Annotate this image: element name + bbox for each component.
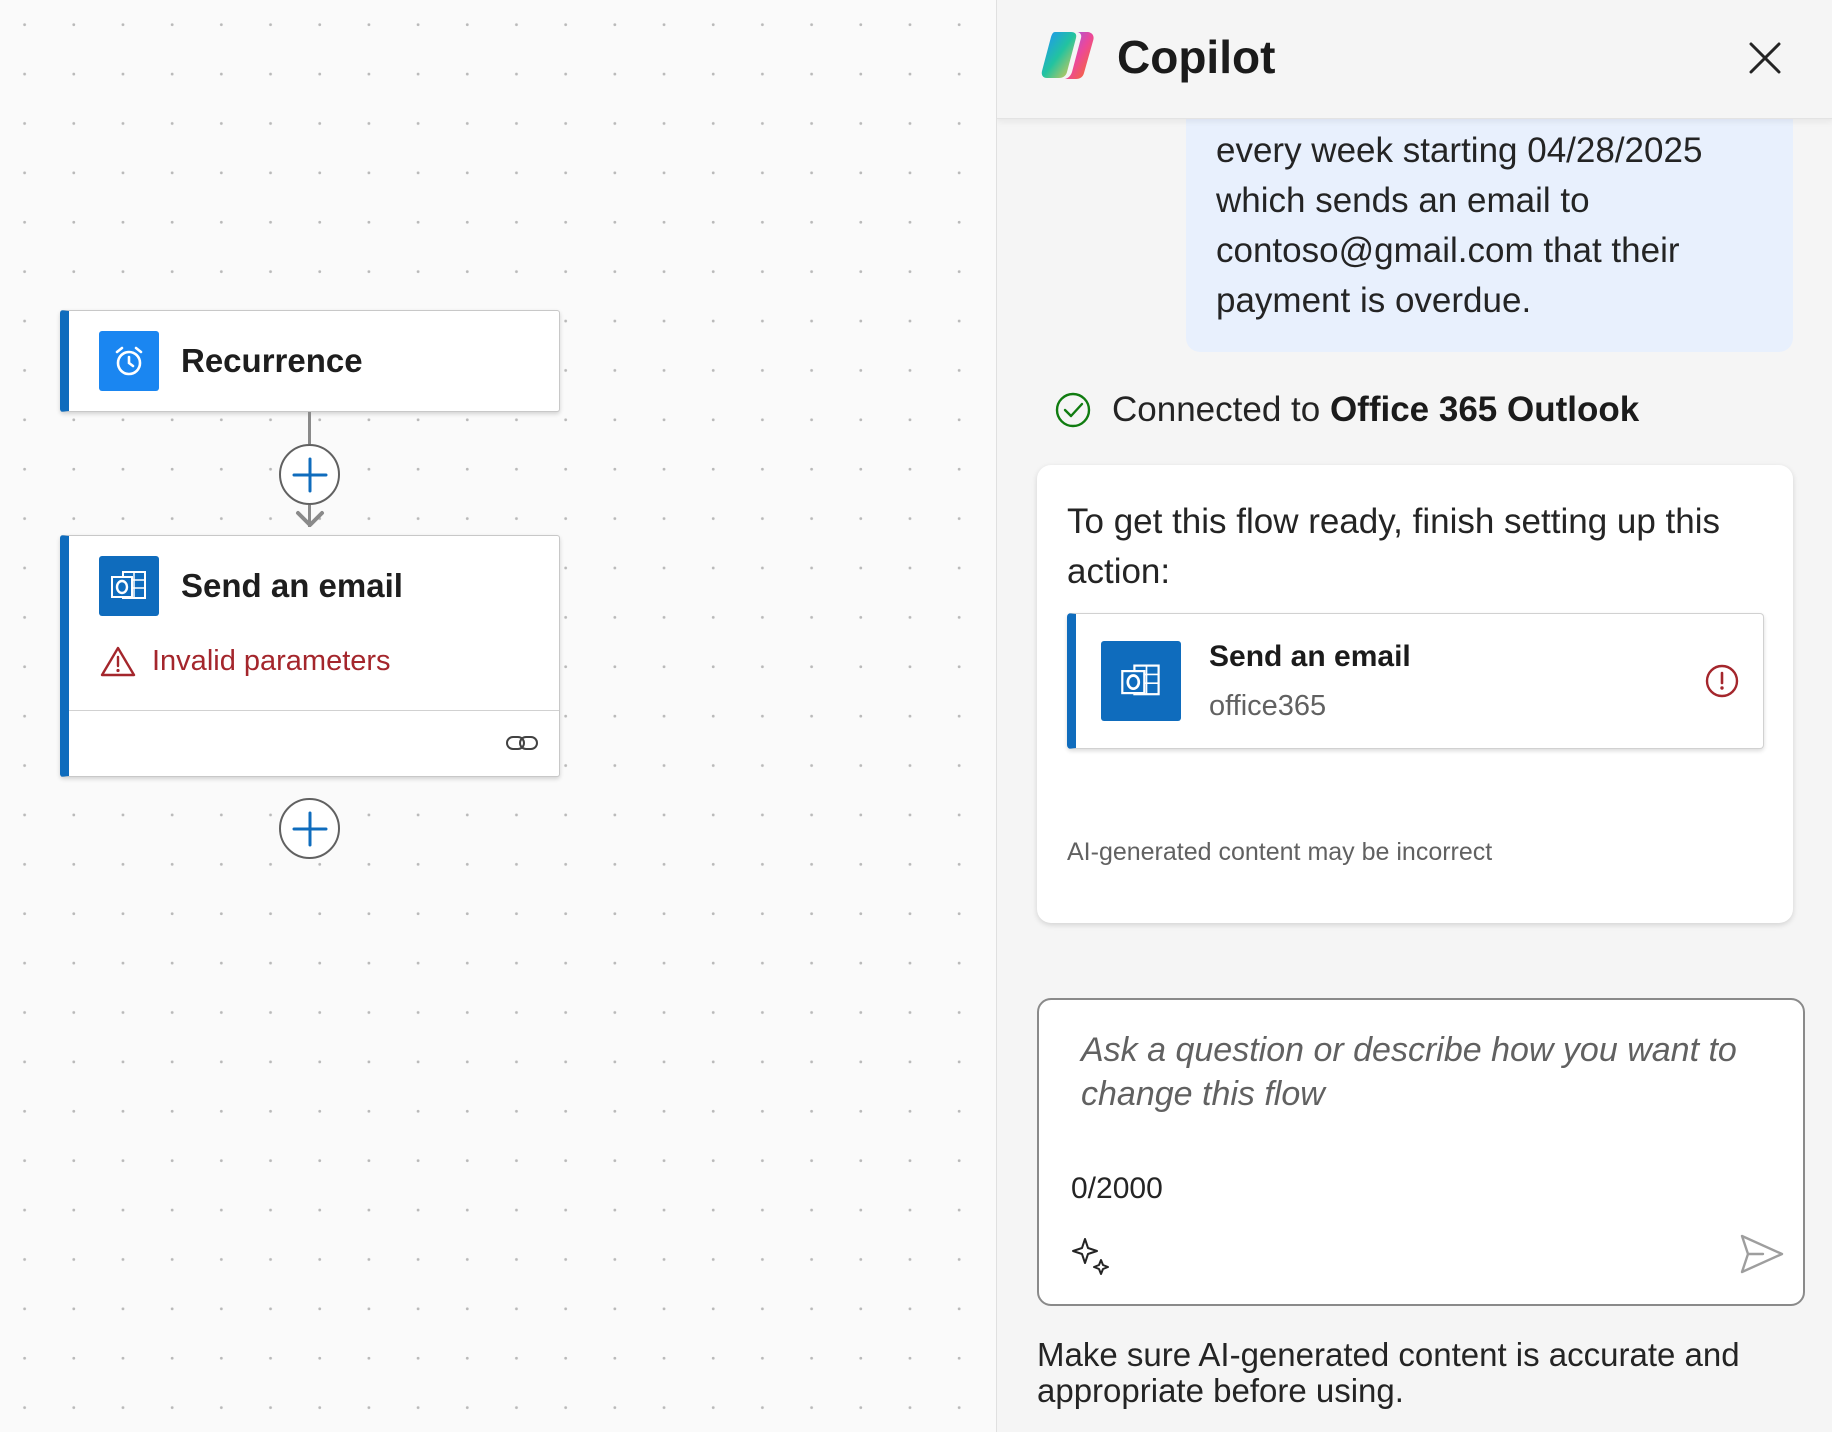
alarm-clock-icon [99,331,159,391]
divider [69,710,559,711]
action-title: Send an email [1209,640,1411,673]
arrow-down-icon [296,511,324,527]
copilot-panel: Copilot every week starting 04/28/2025 w… [996,0,1832,1432]
ai-disclaimer: AI-generated content may be incorrect [1067,838,1493,866]
add-step-button[interactable] [279,798,340,859]
error-circle-icon [1705,664,1739,698]
chat-input-box[interactable]: Ask a question or describe how you want … [1037,998,1805,1306]
connected-service-name: Office 365 Outlook [1329,390,1640,429]
node-title: Send an email [181,567,403,604]
action-connector: office365 [1209,690,1327,722]
connector-line [308,412,311,444]
connection-text: Connected to Office 365 Outlook [1112,390,1640,429]
copilot-logo-icon [1041,32,1094,79]
chat-input-placeholder[interactable]: Ask a question or describe how you want … [1081,1028,1761,1116]
character-count: 0/2000 [1071,1172,1163,1205]
error-message: Invalid parameters [69,631,559,691]
panel-title: Copilot [1117,31,1276,83]
send-email-action-card[interactable]: Send an email Invalid parameters [60,535,560,777]
copilot-response-card: To get this flow ready, finish setting u… [1037,465,1793,923]
plus-icon [292,811,327,846]
plus-icon [292,457,327,492]
node-title: Recurrence [181,342,363,379]
link-icon[interactable] [505,731,539,755]
copilot-header: Copilot [997,0,1832,119]
setup-prompt: To get this flow ready, finish setting u… [1067,502,1721,591]
flow-canvas[interactable]: Recurrence Send an email Invalid paramet… [0,0,996,1432]
action-setup-card[interactable]: Send an email office365 [1067,613,1764,749]
warning-icon [100,646,136,677]
footer-disclaimer: Make sure AI-generated content is accura… [1037,1336,1740,1409]
close-icon[interactable] [1745,38,1785,78]
send-icon[interactable] [1739,1232,1785,1276]
error-text: Invalid parameters [152,644,391,677]
checkmark-circle-icon [1055,392,1091,428]
add-step-button[interactable] [279,444,340,505]
connection-status: Connected to Office 365 Outlook [1054,390,1639,430]
outlook-icon [99,556,159,616]
sparkle-icon[interactable] [1071,1236,1111,1276]
user-message-text: every week starting 04/28/2025 which sen… [1216,131,1703,320]
recurrence-trigger-card[interactable]: Recurrence [60,310,560,412]
outlook-icon [1101,641,1181,721]
